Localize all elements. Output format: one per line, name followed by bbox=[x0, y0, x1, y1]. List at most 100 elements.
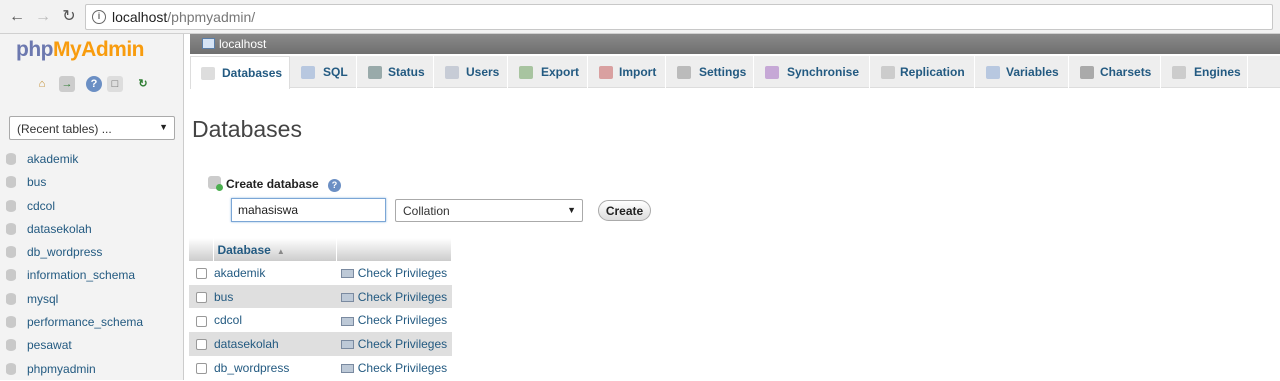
check-privileges-link[interactable]: Check Privileges bbox=[358, 313, 447, 327]
server-icon bbox=[202, 38, 215, 49]
tab-label: Import bbox=[619, 65, 657, 79]
tree-item-cdcol[interactable]: cdcol bbox=[0, 195, 184, 218]
replication-icon bbox=[881, 66, 895, 79]
tab-charsets[interactable]: Charsets bbox=[1070, 56, 1161, 88]
privileges-icon bbox=[340, 292, 354, 302]
recent-tables-select[interactable]: (Recent tables) ... ▼ bbox=[9, 116, 175, 140]
navigation-panel: phpMyAdmin ⌂ → ? □ ↻ (Recent tables) ...… bbox=[0, 34, 184, 380]
forward-arrow-icon[interactable]: → bbox=[33, 7, 53, 27]
top-menu-tabs: Databases SQL Status Users Export Import… bbox=[190, 56, 1280, 89]
tab-databases[interactable]: Databases bbox=[190, 56, 290, 89]
database-tree: akademik bus cdcol datasekolah db_wordpr… bbox=[0, 148, 184, 381]
tree-item-label[interactable]: phpmyadmin bbox=[27, 362, 96, 376]
tree-item-db-wordpress[interactable]: db_wordpress bbox=[0, 241, 184, 264]
collation-select[interactable]: Collation ▼ bbox=[395, 199, 583, 222]
tree-item-label[interactable]: performance_schema bbox=[27, 315, 143, 329]
database-icon bbox=[6, 153, 16, 165]
privileges-icon bbox=[340, 316, 354, 326]
tree-item-label[interactable]: pesawat bbox=[27, 338, 72, 352]
exit-icon[interactable]: → bbox=[59, 76, 75, 92]
tab-variables[interactable]: Variables bbox=[976, 56, 1069, 88]
table-row: datasekolah Check Privileges bbox=[189, 332, 452, 356]
database-icon bbox=[6, 362, 16, 375]
privileges-icon bbox=[340, 269, 354, 279]
tab-engines[interactable]: Engines bbox=[1162, 56, 1248, 88]
tab-label: Status bbox=[388, 65, 425, 79]
table-row: akademik Check Privileges bbox=[189, 261, 452, 285]
users-icon bbox=[445, 66, 459, 79]
tab-import[interactable]: Import bbox=[589, 56, 666, 88]
url-text[interactable]: localhost/phpmyadmin/ bbox=[112, 9, 255, 25]
tab-sql[interactable]: SQL bbox=[291, 56, 357, 88]
row-checkbox[interactable] bbox=[196, 291, 207, 303]
info-icon[interactable]: i bbox=[92, 10, 106, 24]
select-column-header bbox=[189, 238, 215, 261]
check-privileges-link[interactable]: Check Privileges bbox=[358, 290, 447, 304]
tab-label: Databases bbox=[222, 66, 283, 80]
tree-item-label[interactable]: cdcol bbox=[27, 199, 55, 213]
database-name-link[interactable]: db_wordpress bbox=[213, 355, 337, 380]
tab-synchronise[interactable]: Synchronise bbox=[755, 56, 870, 88]
tab-label: Export bbox=[541, 65, 580, 79]
database-column-header[interactable]: Database ▲ bbox=[213, 238, 338, 261]
tree-item-information-schema[interactable]: information_schema bbox=[0, 264, 184, 287]
page-title: Databases bbox=[192, 116, 302, 142]
tree-item-label[interactable]: datasekolah bbox=[27, 222, 92, 236]
reload-navigation-icon[interactable]: ↻ bbox=[135, 76, 151, 92]
database-name-link[interactable]: bus bbox=[213, 284, 337, 309]
tab-label: Synchronise bbox=[787, 65, 860, 79]
tab-replication[interactable]: Replication bbox=[871, 56, 975, 88]
engines-icon bbox=[1172, 66, 1186, 79]
table-row: cdcol Check Privileges bbox=[189, 308, 452, 333]
tree-item-akademik[interactable]: akademik bbox=[0, 148, 184, 171]
row-checkbox[interactable] bbox=[196, 339, 207, 351]
tree-item-bus[interactable]: bus bbox=[0, 171, 184, 194]
row-checkbox[interactable] bbox=[196, 268, 207, 280]
tab-export[interactable]: Export bbox=[509, 56, 588, 88]
tree-item-label[interactable]: information_schema bbox=[27, 268, 135, 282]
tree-item-performance-schema[interactable]: performance_schema bbox=[0, 311, 184, 334]
tab-label: Variables bbox=[1006, 65, 1059, 79]
tab-label: Replication bbox=[900, 65, 965, 79]
help-icon[interactable]: ? bbox=[328, 179, 341, 192]
tab-status[interactable]: Status bbox=[358, 56, 434, 88]
database-name-link[interactable]: datasekolah bbox=[213, 332, 337, 356]
reload-icon[interactable]: ↻ bbox=[59, 7, 79, 27]
database-header-label[interactable]: Database bbox=[217, 243, 270, 257]
tree-item-label[interactable]: mysql bbox=[27, 292, 58, 306]
row-checkbox[interactable] bbox=[196, 315, 207, 327]
tree-item-phpmyadmin[interactable]: phpmyadmin bbox=[0, 358, 184, 381]
home-icon[interactable]: ⌂ bbox=[34, 76, 50, 92]
help-icon[interactable]: ? bbox=[86, 76, 102, 92]
export-icon bbox=[519, 66, 533, 79]
logo-myadmin: MyAdmin bbox=[52, 38, 145, 61]
database-icon bbox=[6, 292, 16, 305]
tree-item-label[interactable]: akademik bbox=[27, 152, 78, 166]
database-name-link[interactable]: akademik bbox=[213, 261, 337, 285]
tree-item-label[interactable]: bus bbox=[27, 175, 46, 189]
tab-label: Users bbox=[466, 65, 500, 79]
check-privileges-link[interactable]: Check Privileges bbox=[358, 337, 447, 351]
check-privileges-link[interactable]: Check Privileges bbox=[358, 266, 447, 280]
server-breadcrumb: localhost bbox=[190, 34, 1280, 54]
create-database-icon bbox=[208, 176, 223, 191]
check-privileges-link[interactable]: Check Privileges bbox=[358, 361, 447, 375]
row-checkbox[interactable] bbox=[196, 362, 207, 374]
tree-item-pesawat[interactable]: pesawat bbox=[0, 334, 184, 357]
tree-item-datasekolah[interactable]: datasekolah bbox=[0, 218, 184, 241]
address-bar[interactable]: i localhost/phpmyadmin/ bbox=[85, 4, 1273, 30]
tree-item-label[interactable]: db_wordpress bbox=[27, 245, 102, 259]
database-name-link[interactable]: cdcol bbox=[213, 308, 337, 333]
tab-settings[interactable]: Settings bbox=[667, 56, 754, 88]
url-path: /phpmyadmin/ bbox=[167, 9, 256, 25]
create-button[interactable]: Create bbox=[598, 200, 651, 221]
tree-item-mysql[interactable]: mysql bbox=[0, 288, 184, 311]
phpmyadmin-logo[interactable]: phpMyAdmin bbox=[16, 38, 144, 62]
back-arrow-icon[interactable]: ← bbox=[7, 7, 27, 27]
sql-icon bbox=[301, 66, 315, 79]
documentation-icon[interactable]: □ bbox=[107, 76, 123, 92]
privileges-icon bbox=[340, 363, 354, 373]
tab-users[interactable]: Users bbox=[435, 56, 508, 88]
server-label[interactable]: localhost bbox=[219, 37, 266, 51]
database-name-input[interactable] bbox=[231, 198, 386, 222]
